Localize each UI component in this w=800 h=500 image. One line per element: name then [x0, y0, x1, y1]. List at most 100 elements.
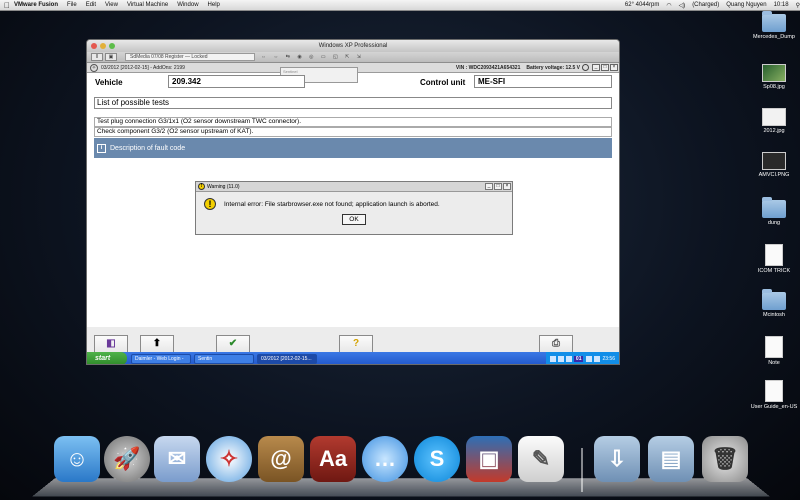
- address-book-icon[interactable]: @: [258, 436, 304, 482]
- menu-virtual-machine[interactable]: Virtual Machine: [127, 2, 168, 8]
- desktop-icon-icom-trick[interactable]: ICOM TRICK: [748, 244, 800, 274]
- close-icon[interactable]: [91, 43, 97, 49]
- desktop-icon-note[interactable]: Note: [748, 336, 800, 366]
- desktop-icon-2012[interactable]: 2012.jpg: [748, 108, 800, 134]
- info-icon: i: [97, 143, 106, 153]
- vm-toolbar-icons[interactable]: ⇔ ⇔ ⇆ ◉ ◎ ▭ ◱ ⇱ ⇲: [261, 54, 364, 60]
- warning-message: Internal error: File starbrowser.exe not…: [224, 200, 440, 208]
- menu-help[interactable]: Help: [208, 2, 220, 8]
- fault-description-header[interactable]: i Description of fault code: [94, 138, 612, 158]
- tray-icon[interactable]: [565, 355, 572, 362]
- dialog-maximize-button[interactable]: □: [494, 183, 502, 190]
- desktop-icon-label: dung: [767, 220, 781, 226]
- dialog-close-button[interactable]: ×: [503, 183, 511, 190]
- app-minimize-button[interactable]: _: [592, 64, 600, 71]
- xp-clock: 23:56: [602, 355, 615, 362]
- desktop-icon-amvci[interactable]: AMVCI.PNG: [748, 152, 800, 178]
- finder-icon[interactable]: ☺: [54, 436, 100, 482]
- battery-status[interactable]: (Charged): [692, 2, 719, 8]
- desktop-icon-user-guide[interactable]: User Guide_en-US: [748, 380, 800, 410]
- taskbar-item[interactable]: Sentin: [194, 353, 254, 364]
- settings-button[interactable]: ▣: [105, 53, 117, 61]
- messages-icon[interactable]: …: [362, 436, 408, 482]
- mac-dock: ☺ 🚀 ✉ ✧ @ Aa … S ▣ ✎ ⇩ ▤ 🗑: [32, 432, 770, 500]
- desktop-icon-mcintosh[interactable]: Mcintosh: [748, 289, 800, 318]
- tray-icon[interactable]: [594, 355, 601, 362]
- safari-icon[interactable]: ✧: [206, 436, 252, 482]
- start-button[interactable]: start: [87, 352, 127, 364]
- temperature-readout[interactable]: 62° 4044rpm: [625, 2, 659, 8]
- warning-dialog-titlebar[interactable]: ! Warning (11.0) _ □ ×: [196, 182, 512, 192]
- menu-app-name[interactable]: VMware Fusion: [14, 2, 58, 8]
- taskbar-item[interactable]: Daimler - Web Login -: [131, 353, 191, 364]
- vm-library-tab[interactable]: SdMedia 07/08 Register — Locked: [125, 53, 255, 61]
- help-icon: ?: [352, 338, 360, 349]
- vehicle-label: Vehicle: [95, 78, 123, 87]
- desktop-icon-label: Mcintosh: [762, 312, 785, 318]
- apple-menu-icon[interactable]: : [0, 1, 14, 10]
- menu-window[interactable]: Window: [177, 2, 198, 8]
- warning-icon: !: [198, 183, 205, 190]
- launchpad-icon[interactable]: 🚀: [104, 436, 150, 482]
- warning-dialog-title: Warning (11.0): [207, 183, 240, 190]
- vehicle-value: 209.342: [168, 75, 305, 88]
- tray-badge[interactable]: 01: [573, 355, 584, 362]
- image-thumbnail-icon: [762, 64, 786, 82]
- user-name[interactable]: Quang Nguyen: [726, 2, 766, 8]
- document-icon: [765, 244, 783, 266]
- pdf-document-icon: [765, 380, 783, 402]
- mercedes-star-icon: ✧: [90, 63, 98, 72]
- menu-file[interactable]: File: [67, 2, 77, 8]
- menu-edit[interactable]: Edit: [86, 2, 96, 8]
- image-thumbnail-icon: [762, 152, 786, 170]
- tray-icon[interactable]: [549, 355, 556, 362]
- vin-readout: VIN : WDC2093421A654321: [455, 64, 521, 71]
- app-maximize-button[interactable]: □: [601, 64, 609, 71]
- clock[interactable]: 10:18: [774, 2, 789, 8]
- mail-icon[interactable]: ✉: [154, 436, 200, 482]
- desktop-icon-mercedes-dump[interactable]: Mercedes_Dump: [748, 11, 800, 40]
- tray-icon[interactable]: [557, 355, 564, 362]
- document-icon: [765, 336, 783, 358]
- skype-icon[interactable]: S: [414, 436, 460, 482]
- test-list-item[interactable]: Check component G3/2 (O2 sensor upstream…: [94, 127, 612, 137]
- desktop-icon-dung[interactable]: dung: [748, 197, 800, 226]
- vm-titlebar[interactable]: Windows XP Professional: [87, 40, 619, 52]
- tray-icon[interactable]: [586, 355, 593, 362]
- pause-button[interactable]: II: [91, 53, 103, 61]
- zoom-icon[interactable]: [109, 43, 115, 49]
- test-list-title: List of possible tests: [94, 97, 612, 109]
- guest-screen: ✧ 03/2012 [2012-02-15] - AddOns: 2199 VI…: [87, 63, 619, 364]
- mac-menubar:  VMware Fusion File Edit View Virtual M…: [0, 0, 800, 11]
- documents-stack-icon[interactable]: ▤: [648, 436, 694, 482]
- desktop-icon-label: ICOM TRICK: [757, 268, 791, 274]
- desktop-icon-label: Mercedes_Dump: [753, 34, 795, 40]
- menubar-status: 62° 4044rpm ◠ ◁) (Charged) Quang Nguyen …: [618, 2, 800, 9]
- desktop-icon-label: Note: [768, 360, 780, 366]
- folder-icon: [762, 289, 786, 310]
- spotlight-icon[interactable]: ⚲: [796, 2, 800, 9]
- dock-separator: [581, 448, 583, 492]
- menu-view[interactable]: View: [105, 2, 118, 8]
- desktop-icon-label: User Guide_en-US: [750, 404, 798, 410]
- desktop-icon-sp08[interactable]: Sp08.jpg: [748, 64, 800, 90]
- volume-icon[interactable]: ◁): [679, 2, 686, 9]
- vmware-fusion-icon[interactable]: ▣: [466, 436, 512, 482]
- ok-button[interactable]: OK: [342, 214, 366, 225]
- checkmark-icon: ✔: [228, 338, 238, 349]
- app-close-button[interactable]: ×: [610, 64, 618, 71]
- battery-gauge-icon: [582, 64, 589, 71]
- desktop-icon-label: 2012.jpg: [763, 128, 785, 134]
- wifi-icon[interactable]: ◠: [666, 2, 671, 9]
- textedit-icon[interactable]: ✎: [518, 436, 564, 482]
- battery-voltage: Battery voltage: 12.5 V: [526, 64, 580, 71]
- downloads-stack-icon[interactable]: ⇩: [594, 436, 640, 482]
- test-list-item[interactable]: Test plug connection G3/1x1 (O2 sensor d…: [94, 117, 612, 127]
- folder-icon: [762, 11, 786, 32]
- dialog-minimize-button[interactable]: _: [485, 183, 493, 190]
- minimize-icon[interactable]: [100, 43, 106, 49]
- taskbar-item-active[interactable]: 03/2012 [2012-02-15...: [257, 353, 317, 364]
- trash-icon[interactable]: 🗑: [702, 436, 748, 482]
- vm-toolbar: II ▣ SdMedia 07/08 Register — Locked ⇔ ⇔…: [87, 52, 619, 63]
- dictionary-icon[interactable]: Aa: [310, 436, 356, 482]
